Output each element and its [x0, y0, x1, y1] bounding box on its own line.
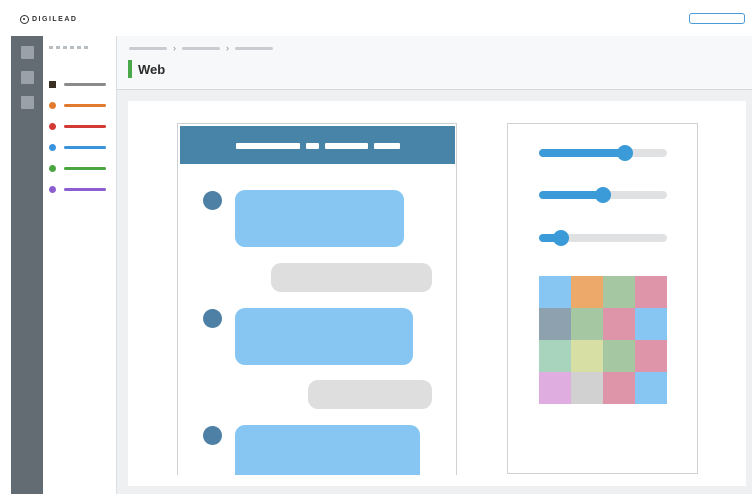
phone-mockup [177, 123, 457, 475]
color-swatch[interactable] [603, 372, 635, 404]
color-swatch[interactable] [539, 308, 571, 340]
top-bar: DIGILEAD [0, 0, 752, 36]
phone-header-segment [374, 143, 400, 149]
color-swatch[interactable] [571, 372, 603, 404]
chevron-right-icon: › [173, 43, 176, 53]
color-swatch[interactable] [539, 276, 571, 308]
sidebar-item-label-placeholder [64, 166, 106, 170]
color-swatch[interactable] [571, 308, 603, 340]
top-action-button[interactable] [689, 13, 745, 24]
dot-icon [49, 164, 56, 172]
breadcrumb-item[interactable] [129, 46, 167, 50]
sidebar-item-label-placeholder [64, 103, 106, 107]
settings-panel [507, 123, 698, 474]
phone-header-segment [306, 143, 319, 149]
slider-fill [539, 149, 625, 157]
color-swatch[interactable] [635, 340, 667, 372]
brand-name: DIGILEAD [32, 16, 78, 23]
sidebar-item[interactable] [49, 101, 109, 109]
rail-button-1[interactable] [21, 46, 34, 59]
chevron-right-icon: › [226, 43, 229, 53]
color-swatch[interactable] [571, 276, 603, 308]
slider[interactable] [539, 145, 667, 161]
nav-header-placeholder [49, 46, 88, 49]
sidebar-item-label-placeholder [64, 187, 106, 191]
avatar [203, 309, 222, 328]
chat-bubble-incoming [235, 308, 413, 365]
rail-button-2[interactable] [21, 71, 34, 84]
page-header: › › Web [117, 36, 752, 90]
gear-circle-icon [20, 15, 29, 24]
slider[interactable] [539, 187, 667, 203]
square-icon [49, 80, 56, 88]
page-title: Web [138, 62, 166, 77]
rail-button-3[interactable] [21, 96, 34, 109]
dot-icon [49, 122, 56, 130]
dot-icon [49, 143, 56, 151]
slider-handle[interactable] [595, 187, 611, 203]
color-swatch[interactable] [603, 340, 635, 372]
color-swatch[interactable] [603, 276, 635, 308]
phone-header-segment [236, 143, 300, 149]
avatar [203, 426, 222, 445]
sidebar-item[interactable] [49, 185, 109, 193]
sidebar-item[interactable] [49, 164, 109, 172]
slider-fill [539, 191, 603, 199]
chat-bubble-incoming [235, 190, 404, 247]
icon-rail [11, 36, 43, 494]
sidebar-item[interactable] [49, 143, 109, 151]
chat-bubble-outgoing [271, 263, 432, 292]
color-swatch[interactable] [603, 308, 635, 340]
slider-handle[interactable] [552, 230, 569, 246]
chat-bubble-outgoing [308, 380, 432, 409]
sidebar-item[interactable] [49, 122, 109, 130]
title-accent-bar [128, 60, 132, 78]
dot-icon [49, 185, 56, 193]
sidebar-item-label-placeholder [64, 124, 106, 128]
sidebar-nav [43, 36, 117, 494]
breadcrumb-item[interactable] [235, 46, 273, 50]
color-swatch[interactable] [635, 372, 667, 404]
color-swatch[interactable] [539, 372, 571, 404]
color-swatch[interactable] [635, 308, 667, 340]
sidebar-item-label-placeholder [64, 145, 106, 149]
sidebar-item-label-placeholder [64, 82, 106, 86]
phone-header-bar [180, 126, 455, 164]
chat-bubble-incoming [235, 425, 420, 475]
avatar [203, 191, 222, 210]
brand-logo[interactable]: DIGILEAD [20, 15, 77, 24]
breadcrumb: › › [129, 43, 273, 53]
slider[interactable] [539, 230, 667, 246]
color-swatch[interactable] [539, 340, 571, 372]
dot-icon [49, 101, 56, 109]
slider-handle[interactable] [616, 145, 633, 161]
breadcrumb-item[interactable] [182, 46, 220, 50]
phone-header-segment [325, 143, 368, 149]
color-swatch[interactable] [635, 276, 667, 308]
sidebar-item[interactable] [49, 80, 109, 88]
color-swatch[interactable] [571, 340, 603, 372]
color-palette [539, 276, 667, 404]
